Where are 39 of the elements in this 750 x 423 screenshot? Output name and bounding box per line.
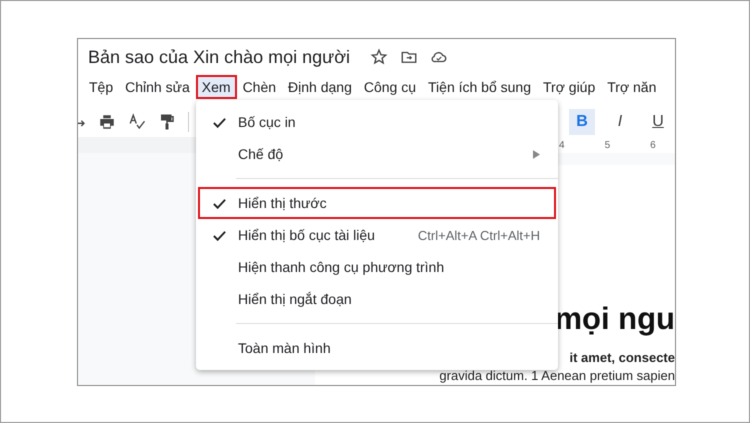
menu-bar-item[interactable]: Tệp [83, 75, 120, 99]
document-title[interactable]: Bản sao của Xin chào mọi người [88, 46, 350, 68]
document-heading: mọi ngu [554, 301, 675, 337]
menu-bar-item[interactable]: Công cụ [358, 75, 422, 99]
menu-item[interactable]: Hiển thị ngắt đoạn [198, 283, 556, 315]
format-button[interactable]: B [569, 109, 595, 135]
menu-item-label: Hiển thị bố cục tài liệu [238, 227, 376, 243]
submenu-arrow-icon [533, 150, 540, 158]
menu-bar-item[interactable]: Trợ năn [601, 75, 662, 99]
shortcut-text: Ctrl+Alt+A Ctrl+Alt+H [418, 228, 540, 242]
document-text: gravida dictum. 1 Aenean pretium sapien [439, 367, 675, 385]
print-icon[interactable] [98, 113, 116, 131]
menu-item[interactable]: Bố cục in [198, 106, 556, 138]
menu-bar-item[interactable]: Chèn [236, 75, 282, 99]
menu-item-label: Hiển thị thước [238, 195, 328, 211]
document-text: it amet, consecte [570, 349, 675, 367]
menu-item[interactable]: Hiển thị thước [198, 187, 556, 219]
menu-item-label: Toàn màn hình [238, 340, 332, 356]
menu-item-label: Bố cục in [238, 114, 297, 130]
menu-item[interactable]: Toàn màn hình [198, 332, 556, 364]
menu-item-label: Chế độ [238, 146, 284, 162]
ruler-number: 6 [650, 140, 656, 150]
spellcheck-icon[interactable] [128, 113, 146, 131]
format-button[interactable]: I [607, 109, 633, 135]
paint-roller-icon[interactable] [158, 113, 176, 131]
menu-bar-item[interactable]: Định dạng [282, 75, 358, 99]
menu-item[interactable]: Hiển thị bố cục tài liệu Ctrl+Alt+A Ctrl+Alt+H [198, 219, 556, 251]
menu-item-label: Hiện thanh công cụ phương trình [238, 259, 446, 275]
menu-bar-item[interactable]: Xem [196, 75, 237, 99]
menu-bar-item[interactable]: Tiện ích bổ sung [422, 75, 538, 99]
star-icon[interactable] [370, 48, 388, 66]
menu-item[interactable]: Hiện thanh công cụ phương trình [198, 251, 556, 283]
ruler-number: 4 [559, 140, 565, 150]
menu-item[interactable]: Chế độ [198, 138, 556, 170]
menu-bar-item[interactable]: Trợ giúp [537, 75, 602, 99]
menu-bar-item[interactable]: Chỉnh sửa [119, 75, 196, 99]
format-button[interactable]: U [645, 109, 671, 135]
menu-item-label: Hiển thị ngắt đoạn [238, 291, 353, 307]
ruler-number: 5 [604, 140, 610, 150]
